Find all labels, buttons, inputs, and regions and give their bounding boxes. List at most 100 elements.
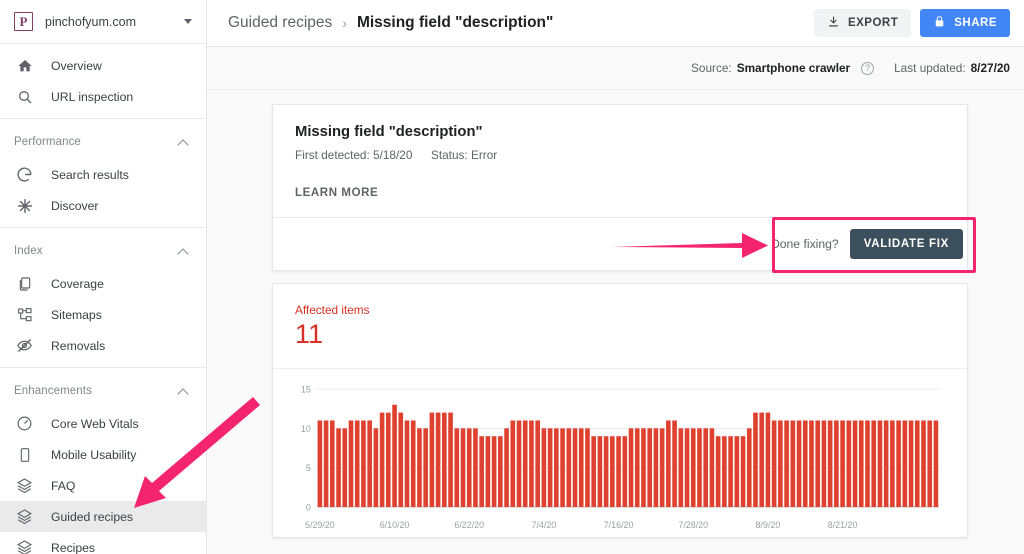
chevron-down-icon[interactable]	[184, 19, 192, 24]
sidebar-item-faq[interactable]: FAQ	[0, 470, 206, 501]
section-header-index[interactable]: Index	[0, 234, 206, 268]
breadcrumb-parent[interactable]: Guided recipes	[228, 14, 332, 32]
main-panel: Guided recipes › Missing field "descript…	[207, 0, 1024, 554]
share-label: SHARE	[954, 17, 997, 29]
section-title: Enhancements	[14, 385, 92, 397]
app-root: P pinchofyum.com Overview URL inspection	[0, 0, 1024, 554]
sidebar-item-label: Core Web Vitals	[51, 416, 139, 431]
sidebar-item-mobile-usability[interactable]: Mobile Usability	[0, 439, 206, 470]
issue-card-body: Missing field "description" First detect…	[273, 105, 967, 217]
sidebar-item-sitemaps[interactable]: Sitemaps	[0, 299, 206, 330]
affected-items-card: Affected items 11 0 5 10 15 5/29/20 6/10/20 6/…	[272, 283, 968, 539]
nav-group-primary: Overview URL inspection	[0, 44, 206, 119]
affected-items-chart[interactable]: 0 5 10 15 5/29/20 6/10/20 6/22/20 7/4/20 7/16/20…	[273, 369, 967, 537]
sitemap-icon	[16, 306, 33, 323]
site-selector[interactable]: P pinchofyum.com	[0, 0, 206, 44]
sidebar-item-removals[interactable]: Removals	[0, 330, 206, 361]
google-g-icon	[16, 166, 33, 183]
share-button[interactable]: SHARE	[920, 9, 1010, 37]
sidebar-item-overview[interactable]: Overview	[0, 50, 206, 81]
section-header-enhancements[interactable]: Enhancements	[0, 374, 206, 408]
affected-items-label: Affected items	[295, 303, 370, 317]
content-area: Missing field "description" First detect…	[207, 90, 1024, 539]
download-icon	[827, 15, 840, 31]
nav-group-index: Index Coverage Sitemaps Removals	[0, 228, 206, 368]
svg-text:15: 15	[301, 385, 311, 395]
chevron-up-icon[interactable]	[179, 138, 188, 147]
sidebar-item-label: Recipes	[51, 540, 96, 554]
chart-svg: 0 5 10 15 5/29/20 6/10/20 6/22/20 7/4/20 7/16/20…	[301, 385, 945, 530]
section-header-performance[interactable]: Performance	[0, 125, 206, 159]
svg-text:7/16/20: 7/16/20	[604, 520, 634, 530]
top-bar: Guided recipes › Missing field "descript…	[207, 0, 1024, 47]
speedometer-icon	[16, 415, 33, 432]
layers-icon	[16, 508, 33, 525]
status-badge: Error	[470, 148, 498, 162]
section-title: Performance	[14, 136, 81, 148]
chevron-up-icon[interactable]	[179, 247, 188, 256]
affected-items-count: 11	[295, 319, 324, 349]
issue-meta: First detected: 5/18/20 Status: Error	[295, 148, 945, 162]
svg-text:10: 10	[301, 424, 311, 434]
pages-icon	[16, 275, 33, 292]
home-icon	[16, 57, 33, 74]
sidebar-item-coverage[interactable]: Coverage	[0, 268, 206, 299]
validate-fix-button[interactable]: VALIDATE FIX	[849, 229, 963, 259]
sidebar-item-label: Search results	[51, 167, 129, 182]
done-fixing-label: Done fixing?	[770, 237, 839, 251]
svg-text:7/4/20: 7/4/20	[532, 520, 557, 530]
sidebar-item-guided-recipes[interactable]: Guided recipes	[0, 501, 206, 532]
site-logo-letter: P	[19, 14, 28, 29]
sidebar-item-label: Discover	[51, 198, 99, 213]
last-updated-label: Last updated:	[894, 61, 966, 75]
export-button[interactable]: EXPORT	[813, 9, 912, 37]
issue-card: Missing field "description" First detect…	[272, 104, 968, 271]
nav-group-enhancements: Enhancements Core Web Vitals Mobile Usab…	[0, 368, 206, 554]
last-updated-value: 8/27/20	[970, 61, 1010, 75]
sidebar-item-discover[interactable]: Discover	[0, 190, 206, 221]
svg-text:8/9/20: 8/9/20	[756, 520, 781, 530]
source-label: Source:	[691, 61, 732, 75]
sidebar-item-label: Sitemaps	[51, 307, 102, 322]
first-detected-label: First detected:	[295, 148, 370, 162]
sidebar-item-label: Overview	[51, 58, 102, 73]
breadcrumb-separator-icon: ›	[342, 15, 347, 31]
export-label: EXPORT	[847, 17, 899, 29]
sidebar-item-label: Guided recipes	[51, 509, 133, 524]
chevron-up-icon[interactable]	[179, 387, 188, 396]
svg-text:7/28/20: 7/28/20	[678, 520, 708, 530]
svg-text:0: 0	[306, 503, 311, 513]
search-icon	[16, 88, 33, 105]
layers-icon	[16, 477, 33, 494]
svg-text:5/29/20: 5/29/20	[305, 520, 335, 530]
sidebar-item-label: Removals	[51, 338, 106, 353]
svg-text:5: 5	[306, 463, 311, 473]
sidebar: P pinchofyum.com Overview URL inspection	[0, 0, 207, 554]
svg-text:8/21/20: 8/21/20	[828, 520, 858, 530]
first-detected-value: 5/18/20	[373, 148, 413, 162]
issue-title: Missing field "description"	[295, 124, 483, 140]
sub-bar: Source: Smartphone crawler ? Last update…	[207, 47, 1024, 90]
sidebar-item-label: Mobile Usability	[51, 447, 137, 462]
nav-group-performance: Performance Search results Discover	[0, 119, 206, 228]
discover-star-icon	[16, 197, 33, 214]
affected-items-summary: Affected items 11	[273, 284, 967, 368]
help-circle-icon[interactable]: ?	[861, 61, 875, 75]
source-value: Smartphone crawler	[736, 61, 851, 75]
sidebar-item-label: FAQ	[51, 478, 76, 493]
lock-icon	[933, 15, 946, 31]
site-logo-icon: P	[14, 12, 33, 31]
sidebar-item-recipes[interactable]: Recipes	[0, 532, 206, 554]
mobile-icon	[16, 446, 33, 463]
sidebar-item-label: Coverage	[51, 276, 104, 291]
layers-icon	[16, 539, 33, 554]
issue-card-footer: Done fixing? VALIDATE FIX	[273, 217, 967, 270]
page-title: Missing field "description"	[356, 14, 554, 31]
sidebar-item-search-results[interactable]: Search results	[0, 159, 206, 190]
learn-more-link[interactable]: LEARN MORE	[295, 187, 378, 199]
svg-text:6/22/20: 6/22/20	[454, 520, 484, 530]
eye-off-icon	[16, 337, 33, 354]
sidebar-item-core-web-vitals[interactable]: Core Web Vitals	[0, 408, 206, 439]
status-label: Status:	[430, 148, 468, 162]
sidebar-item-url-inspection[interactable]: URL inspection	[0, 81, 206, 112]
